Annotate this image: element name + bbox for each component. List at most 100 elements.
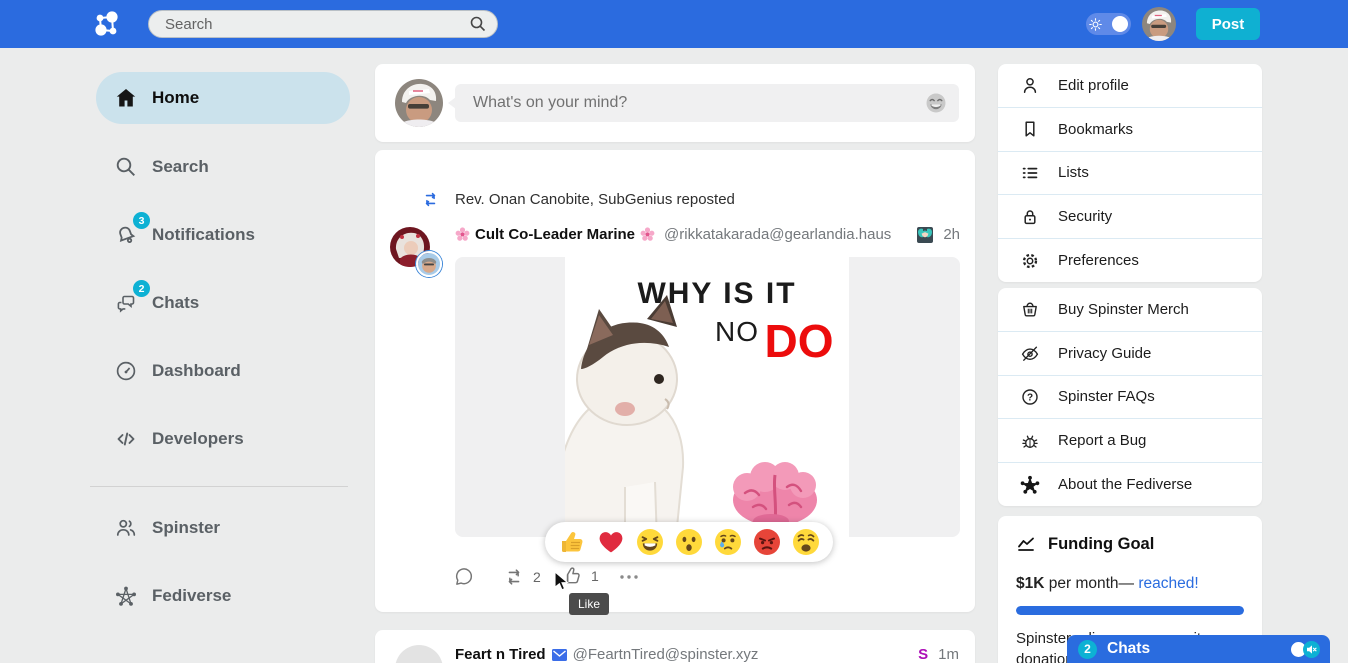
menu-item-merch[interactable]: Buy Spinster Merch <box>998 288 1262 332</box>
laughing-emoji-icon[interactable] <box>925 92 947 114</box>
next-post-card: Feart n Tired @FeartnTired@spinster.xyz … <box>375 630 975 663</box>
crying-reaction[interactable] <box>714 528 742 556</box>
search-input[interactable] <box>163 15 469 34</box>
trending-chart-icon <box>1016 534 1036 554</box>
svg-text:NO: NO <box>715 316 759 347</box>
menu-item-label: Privacy Guide <box>1058 345 1151 362</box>
repost-icon <box>421 190 440 209</box>
sidebar-item-label: Notifications <box>152 225 255 245</box>
menu-item-report-bug[interactable]: Report a Bug <box>998 419 1262 463</box>
sidebar-item-label: Fediverse <box>152 586 231 606</box>
eye-slash-icon <box>1020 343 1040 363</box>
post-author-name[interactable]: Cult Co-Leader Marine <box>475 226 635 243</box>
composer-input[interactable] <box>471 93 925 113</box>
reply-button[interactable] <box>453 566 475 588</box>
sidebar-item-label: Search <box>152 157 209 177</box>
menu-item-preferences[interactable]: Preferences <box>998 239 1262 282</box>
notifications-count-badge: 3 <box>131 210 152 231</box>
funding-goal-header: Funding Goal <box>1016 534 1244 554</box>
menu-item-label: Report a Bug <box>1058 432 1146 449</box>
sidebar-item-label: Developers <box>152 429 244 449</box>
repost-button[interactable]: 2 <box>503 566 541 588</box>
next-post-timestamp[interactable]: 1m <box>938 646 959 663</box>
theme-toggle-knob[interactable] <box>1112 16 1128 32</box>
surprised-reaction[interactable] <box>675 528 703 556</box>
menu-item-label: Buy Spinster Merch <box>1058 301 1189 318</box>
sidebar-item-search[interactable]: Search <box>96 149 350 185</box>
heart-reaction[interactable] <box>597 528 625 556</box>
people-icon <box>114 516 138 540</box>
lock-icon <box>1020 207 1040 227</box>
post-card: Rev. Onan Canobite, SubGenius reposted <box>375 150 975 612</box>
post-button[interactable]: Post <box>1196 8 1260 40</box>
angry-reaction[interactable] <box>753 528 781 556</box>
repost-count: 2 <box>533 569 541 585</box>
sidebar-item-spinster[interactable]: Spinster <box>96 510 350 546</box>
profile-menu-card: Edit profile Bookmarks Lists <box>998 64 1262 282</box>
thumbs-up-reaction[interactable] <box>558 528 586 556</box>
chats-unread-badge: 2 <box>1078 640 1097 659</box>
sidebar-item-dashboard[interactable]: Dashboard <box>96 353 350 389</box>
more-options-button[interactable] <box>618 570 640 584</box>
sidebar-divider <box>90 486 348 487</box>
menu-item-about-fediverse[interactable]: About the Fediverse <box>998 463 1262 506</box>
current-user-avatar[interactable] <box>1142 7 1176 41</box>
meme-image: WHY IS IT NO DO <box>565 257 849 537</box>
sidebar-item-fediverse[interactable]: Fediverse <box>96 578 350 614</box>
menu-item-security[interactable]: Security <box>998 195 1262 239</box>
laughing-reaction[interactable] <box>636 528 664 556</box>
post-author-handle[interactable]: @rikkatakarada@gearlandia.haus <box>664 226 912 243</box>
sun-icon <box>1089 18 1102 31</box>
like-button[interactable]: 1 <box>561 565 599 587</box>
composer-user-avatar[interactable] <box>395 79 443 127</box>
chats-panel-label: Chats <box>1107 640 1281 658</box>
menu-item-privacy-guide[interactable]: Privacy Guide <box>998 332 1262 376</box>
composer-card <box>375 64 975 142</box>
menu-item-bookmarks[interactable]: Bookmarks <box>998 108 1262 152</box>
search-icon[interactable] <box>469 15 487 33</box>
visibility-badge: S <box>918 646 928 663</box>
search-icon <box>114 155 138 179</box>
fediverse-icon <box>114 584 138 608</box>
menu-item-label: Edit profile <box>1058 77 1129 94</box>
menu-item-faqs[interactable]: ? Spinster FAQs <box>998 376 1262 420</box>
instance-emoji-icon <box>917 227 933 243</box>
spinster-logo-icon[interactable] <box>92 9 122 39</box>
menu-item-label: Lists <box>1058 164 1089 181</box>
sidebar-item-label: Home <box>152 88 199 108</box>
sidebar-item-developers[interactable]: Developers <box>96 421 350 457</box>
post-timestamp[interactable]: 2h <box>943 226 960 243</box>
chats-panel-bar[interactable]: 2 Chats <box>1067 635 1330 663</box>
sidebar-item-home[interactable]: Home <box>96 72 350 124</box>
like-tooltip: Like <box>569 593 609 615</box>
funding-reached-link[interactable]: reached! <box>1138 575 1198 592</box>
post-image[interactable]: WHY IS IT NO DO <box>455 257 960 537</box>
bug-icon <box>1020 431 1040 451</box>
menu-item-label: Security <box>1058 208 1112 225</box>
chats-count-badge: 2 <box>131 278 152 299</box>
next-post-author-row: Feart n Tired @FeartnTired@spinster.xyz … <box>455 646 959 663</box>
reposter-avatar[interactable] <box>416 251 442 277</box>
next-post-author-name[interactable]: Feart n Tired <box>455 646 546 663</box>
menu-item-lists[interactable]: Lists <box>998 152 1262 196</box>
weary-reaction[interactable] <box>792 528 820 556</box>
bookmark-icon <box>1020 119 1040 139</box>
funding-period: per month <box>1044 575 1118 592</box>
chats-sound-toggle[interactable] <box>1291 641 1320 658</box>
person-icon <box>1020 75 1040 95</box>
funding-dash: — <box>1119 575 1139 592</box>
menu-item-label: About the Fediverse <box>1058 476 1192 493</box>
menu-item-label: Bookmarks <box>1058 121 1133 138</box>
theme-toggle[interactable] <box>1086 13 1131 35</box>
next-post-author-handle[interactable]: @FeartnTired@spinster.xyz <box>573 646 913 663</box>
list-icon <box>1020 163 1040 183</box>
repost-note[interactable]: Rev. Onan Canobite, SubGenius reposted <box>455 191 735 208</box>
funding-goal-title: Funding Goal <box>1048 535 1154 554</box>
question-circle-icon: ? <box>1020 387 1040 407</box>
svg-text:DO: DO <box>765 315 834 367</box>
next-post-author-avatar[interactable] <box>395 645 443 663</box>
menu-item-edit-profile[interactable]: Edit profile <box>998 64 1262 108</box>
fediverse-star-icon <box>1020 475 1040 495</box>
menu-item-label: Spinster FAQs <box>1058 388 1155 405</box>
top-navbar: Post <box>0 0 1348 48</box>
